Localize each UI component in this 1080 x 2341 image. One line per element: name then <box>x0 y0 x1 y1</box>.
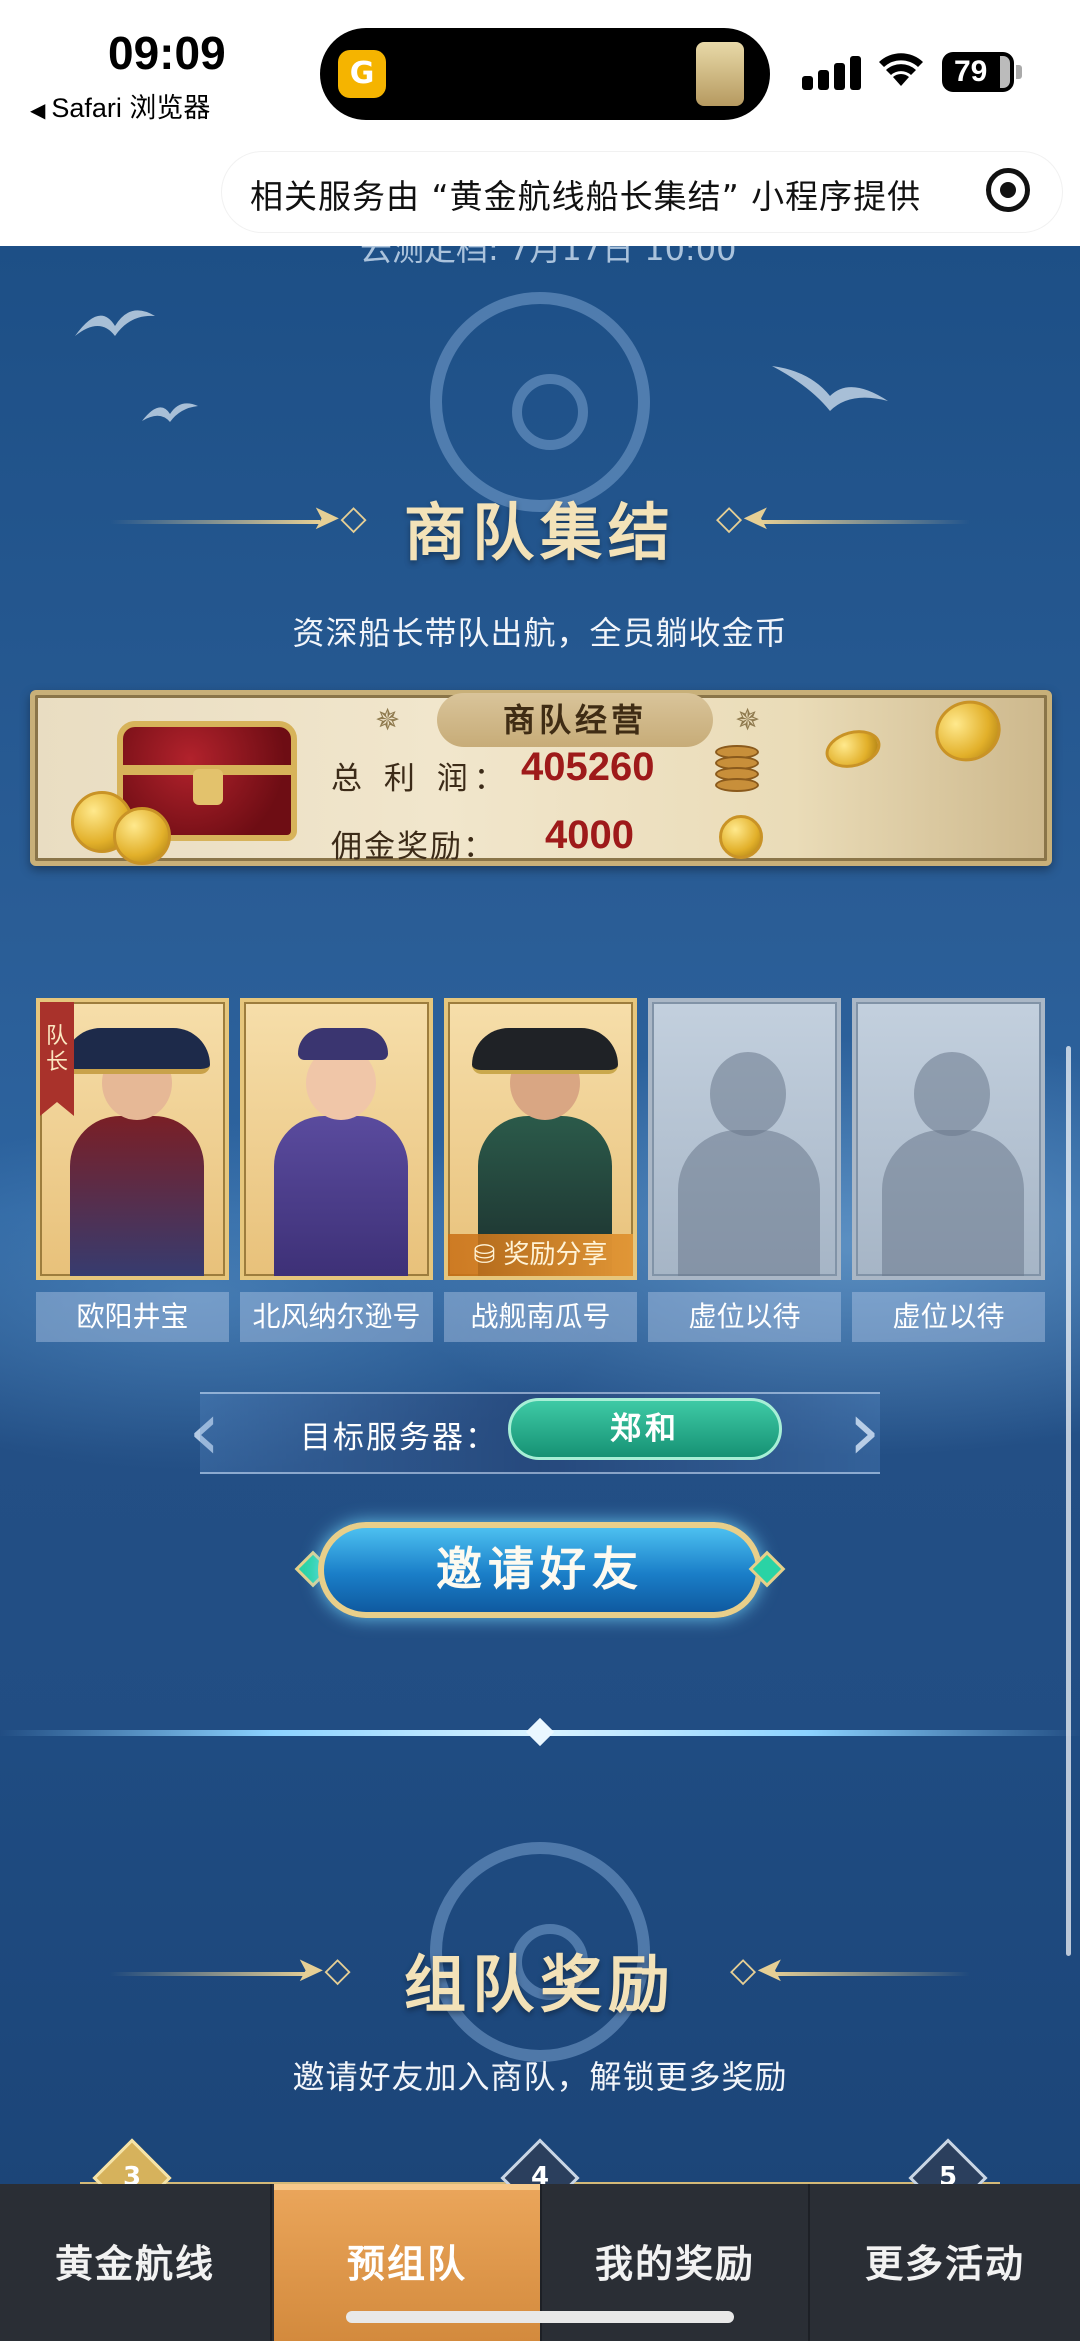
gold-coin-icon <box>821 724 885 774</box>
member-name: 虚位以待 <box>648 1292 841 1342</box>
member-name: 战舰南瓜号 <box>444 1292 637 1342</box>
character-portrait <box>70 1116 204 1276</box>
gold-coin-icon <box>719 815 763 859</box>
launch-date-text: 云测定档: 7月17日 10:00 <box>360 246 737 268</box>
gold-coin-icon <box>926 691 1010 771</box>
team-reward-subtitle: 邀请好友加入商队，解锁更多奖励 <box>292 2058 788 2096</box>
live-activity-app-icon: G <box>338 50 386 98</box>
page-content[interactable]: 云测定档: 7月17日 10:00 ➤◇ ➤◇ 商队集结 资深船长带队出航，全员… <box>0 246 1080 2184</box>
character-portrait <box>274 1116 408 1276</box>
reward-step-number: 5 <box>938 2162 958 2184</box>
seagull-icon <box>142 403 198 422</box>
coin-stack-icon <box>715 745 759 793</box>
wheel-ornament-icon: ✵ <box>735 703 761 738</box>
cellular-signal-icon <box>802 54 862 90</box>
back-triangle-icon: ◀ <box>30 100 46 122</box>
media-thumbnail <box>696 42 744 106</box>
tab-golden-route[interactable]: 黄金航线 <box>0 2184 270 2341</box>
record-icon[interactable] <box>986 168 1030 212</box>
member-card[interactable]: ⛁ 奖励分享 <box>444 998 637 1280</box>
wheel-ornament-icon: ✵ <box>375 703 401 738</box>
total-profit-label: 总 利 润： <box>331 761 511 797</box>
placeholder-silhouette <box>678 1130 820 1276</box>
status-bar: 09:09 ◀ Safari 浏览器 G 79 <box>0 0 1080 148</box>
target-server-label: 目标服务器： <box>300 1420 498 1456</box>
commission-value: 4000 <box>545 813 634 857</box>
empty-member-slot[interactable] <box>648 998 841 1280</box>
tab-more-events[interactable]: 更多活动 <box>810 2184 1080 2341</box>
ship-wheel-emblem <box>430 292 650 512</box>
member-name: 欧阳井宝 <box>36 1292 229 1342</box>
caravan-section-subtitle: 资深船长带队出航，全员躺收金币 <box>292 614 788 652</box>
member-card-captain[interactable]: 队长 <box>36 998 229 1280</box>
empty-member-slot[interactable] <box>852 998 1045 1280</box>
invite-friends-button[interactable]: 邀请好友 <box>318 1522 762 1618</box>
total-profit-value: 405260 <box>521 745 655 789</box>
gold-coin-icon <box>113 807 171 865</box>
member-name: 虚位以待 <box>852 1292 1045 1342</box>
service-notice-text: 相关服务由 “黄金航线船长集结” 小程序提供 <box>250 177 922 216</box>
placeholder-silhouette <box>882 1130 1024 1276</box>
scroll-indicator[interactable] <box>1066 1046 1071 1956</box>
home-indicator[interactable] <box>346 2311 734 2323</box>
dynamic-island[interactable]: G <box>320 28 770 120</box>
caravan-business-panel: ✵ 商队经营 ✵ 总 利 润： 405260 佣金奖励： 4000 <box>30 690 1052 866</box>
panel-tab-label: 商队经营 <box>437 693 713 747</box>
chevron-right-icon: › <box>848 1384 881 1479</box>
battery-indicator: 79 <box>942 52 1022 92</box>
captain-badge: 队长 <box>40 1002 74 1116</box>
mini-program-service-bar: 相关服务由 “黄金航线船长集结” 小程序提供 <box>0 148 1080 246</box>
reward-step-number: 3 <box>122 2162 142 2184</box>
seagull-icon <box>75 310 155 336</box>
back-app-label: Safari 浏览器 <box>51 93 211 123</box>
reward-share-badge: ⛁ 奖励分享 <box>448 1234 633 1276</box>
clock: 09:09 <box>108 27 226 79</box>
seagull-icon <box>772 366 888 411</box>
back-to-safari-link[interactable]: ◀ Safari 浏览器 <box>30 86 210 125</box>
reward-step-number: 4 <box>530 2162 550 2184</box>
member-card[interactable] <box>240 998 433 1280</box>
member-name: 北风纳尔逊号 <box>240 1292 433 1342</box>
wifi-icon <box>879 53 923 86</box>
commission-label: 佣金奖励： <box>331 829 496 865</box>
server-select-button[interactable]: 郑和 <box>508 1398 782 1460</box>
team-reward-title: 组队奖励 <box>403 1948 676 2021</box>
caravan-section-title: 商队集结 <box>403 496 676 569</box>
